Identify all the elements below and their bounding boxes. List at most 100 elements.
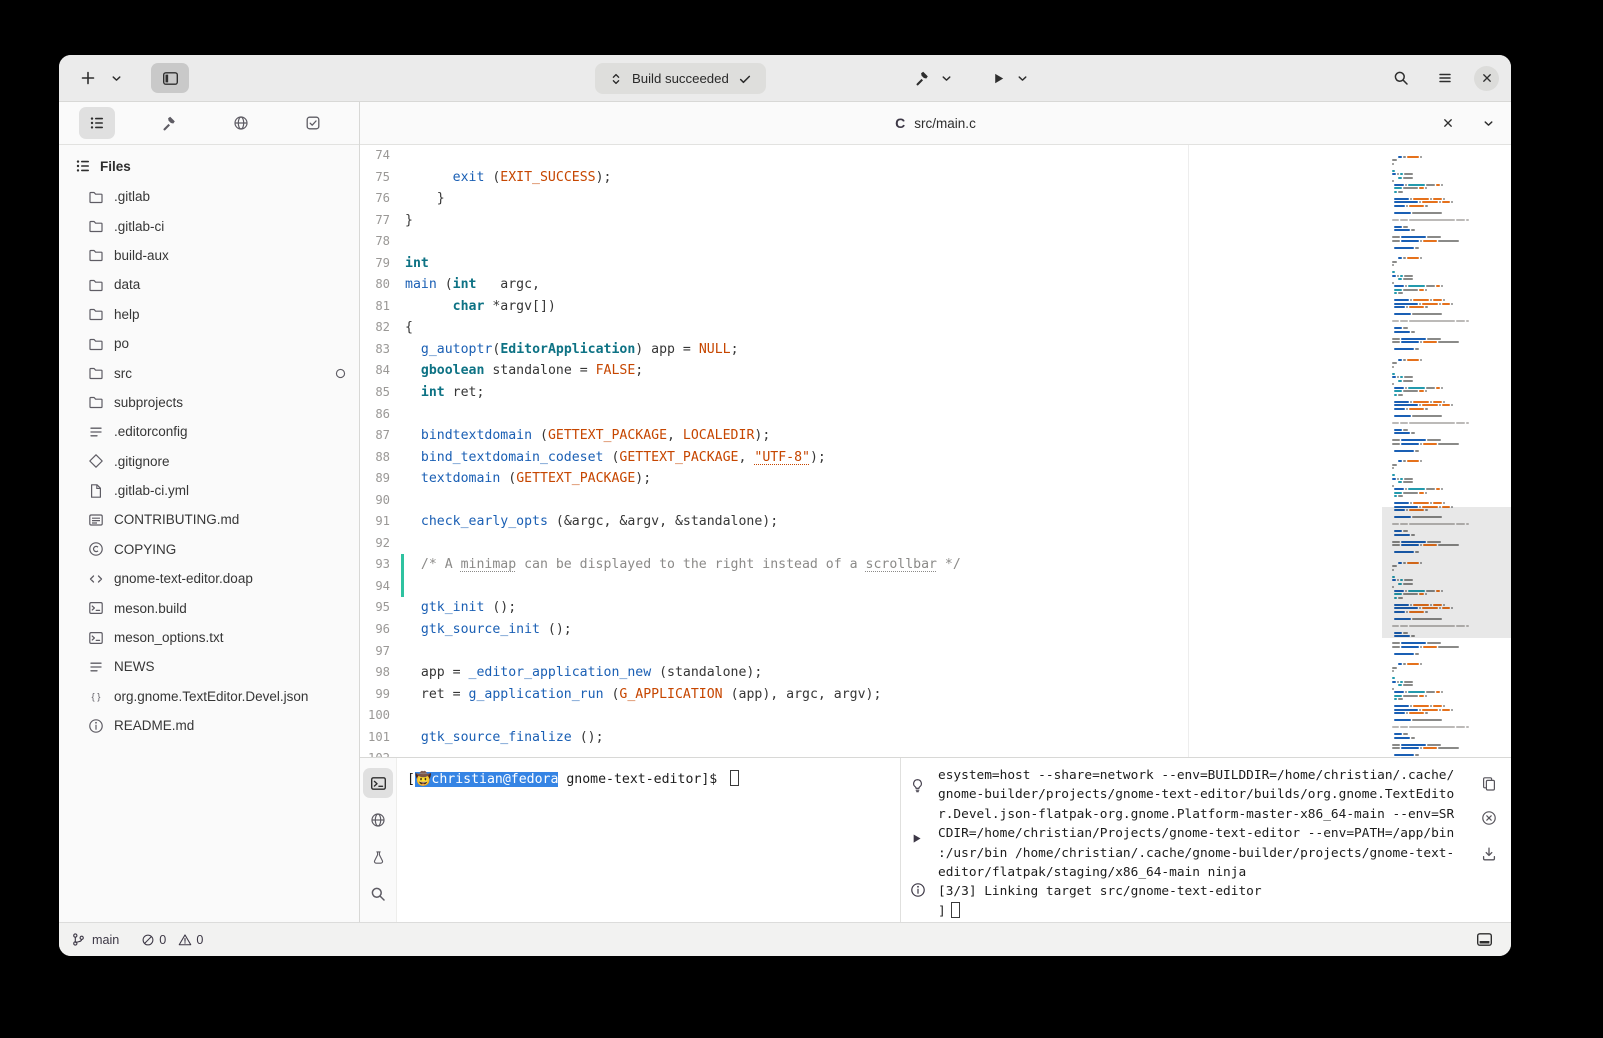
line-number[interactable]: 86: [360, 404, 400, 426]
code-line-80[interactable]: 80main (int argc,: [360, 274, 1382, 296]
line-number[interactable]: 92: [360, 533, 400, 555]
code-line-81[interactable]: 81 char *argv[]): [360, 296, 1382, 318]
sidebar-tab-build-pipeline[interactable]: [151, 107, 187, 139]
code-line-84[interactable]: 84 gboolean standalone = FALSE;: [360, 360, 1382, 382]
run-dropdown[interactable]: [1013, 63, 1031, 93]
code-line-97[interactable]: 97: [360, 641, 1382, 663]
line-number[interactable]: 93: [360, 554, 400, 576]
code-line-83[interactable]: 83 g_autoptr(EditorApplication) app = NU…: [360, 339, 1382, 361]
code-line-79[interactable]: 79int: [360, 253, 1382, 275]
line-number[interactable]: 89: [360, 468, 400, 490]
line-number[interactable]: 84: [360, 360, 400, 382]
line-number[interactable]: 77: [360, 210, 400, 232]
file-tree-item-NEWS[interactable]: NEWS: [59, 652, 359, 681]
build-log-pane[interactable]: esystem=host --share=network --env=BUILD…: [901, 758, 1469, 922]
terminal[interactable]: [🤠christian@fedora gnome-text-editor]$: [397, 758, 900, 922]
line-number[interactable]: 75: [360, 167, 400, 189]
sidebar-tab-todo[interactable]: [295, 107, 331, 139]
build-status-button[interactable]: Build succeeded: [595, 63, 766, 94]
line-number[interactable]: 91: [360, 511, 400, 533]
file-tree-item-gnome-text-editor.doap[interactable]: gnome-text-editor.doap: [59, 564, 359, 593]
line-number[interactable]: 81: [360, 296, 400, 318]
sidebar-tab-project-tree[interactable]: [79, 107, 115, 139]
copy-log-button[interactable]: [1474, 770, 1504, 798]
code-line-95[interactable]: 95 gtk_init ();: [360, 597, 1382, 619]
line-number[interactable]: 101: [360, 727, 400, 749]
file-tree-item-.gitlab-ci[interactable]: .gitlab-ci: [59, 211, 359, 240]
code-line-101[interactable]: 101 gtk_source_finalize ();: [360, 727, 1382, 749]
new-document-dropdown[interactable]: [107, 63, 125, 93]
code-line-77[interactable]: 77}: [360, 210, 1382, 232]
code-line-86[interactable]: 86: [360, 404, 1382, 426]
code-line-93[interactable]: 93 /* A minimap can be displayed to the …: [360, 554, 1382, 576]
code-line-91[interactable]: 91 check_early_opts (&argc, &argv, &stan…: [360, 511, 1382, 533]
panel-tab-web[interactable]: [363, 805, 393, 835]
new-document-button[interactable]: [73, 63, 103, 93]
file-tree-item-CONTRIBUTING.md[interactable]: CONTRIBUTING.md: [59, 505, 359, 534]
line-number[interactable]: 74: [360, 145, 400, 167]
diagnostics-indicator[interactable]: 0 0: [141, 933, 203, 947]
code-line-102[interactable]: 102: [360, 748, 1382, 757]
menu-button[interactable]: [1430, 63, 1460, 93]
code-editor[interactable]: 7475 exit (EXIT_SUCCESS);76 }77}7879int8…: [360, 145, 1382, 757]
search-button[interactable]: [1386, 63, 1416, 93]
line-number[interactable]: 99: [360, 684, 400, 706]
file-tree-item-src[interactable]: src: [59, 358, 359, 387]
code-line-74[interactable]: 74: [360, 145, 1382, 167]
document-title[interactable]: C src/main.c: [895, 115, 976, 131]
code-line-89[interactable]: 89 textdomain (GETTEXT_PACKAGE);: [360, 468, 1382, 490]
sidebar-tab-web[interactable]: [223, 107, 259, 139]
file-tree-item-COPYING[interactable]: COPYING: [59, 535, 359, 564]
close-window-button[interactable]: [1474, 66, 1499, 91]
file-tree-item-help[interactable]: help: [59, 300, 359, 329]
line-number[interactable]: 96: [360, 619, 400, 641]
toggle-bottom-panel-button[interactable]: [1469, 925, 1499, 955]
line-number[interactable]: 88: [360, 447, 400, 469]
minimap[interactable]: [1382, 145, 1511, 757]
download-log-button[interactable]: [1474, 840, 1504, 868]
file-tree-item-meson_options.txt[interactable]: meson_options.txt: [59, 623, 359, 652]
code-line-94[interactable]: 94: [360, 576, 1382, 598]
toggle-left-panel-button[interactable]: [151, 63, 189, 93]
code-line-90[interactable]: 90: [360, 490, 1382, 512]
code-line-88[interactable]: 88 bind_textdomain_codeset (GETTEXT_PACK…: [360, 447, 1382, 469]
line-number[interactable]: 94: [360, 576, 400, 598]
file-tree-item-build-aux[interactable]: build-aux: [59, 241, 359, 270]
file-tree-item-subprojects[interactable]: subprojects: [59, 388, 359, 417]
line-number[interactable]: 98: [360, 662, 400, 684]
run-button[interactable]: [983, 63, 1013, 93]
code-line-96[interactable]: 96 gtk_source_init ();: [360, 619, 1382, 641]
code-line-87[interactable]: 87 bindtextdomain (GETTEXT_PACKAGE, LOCA…: [360, 425, 1382, 447]
line-number[interactable]: 83: [360, 339, 400, 361]
file-tree-item-README.md[interactable]: README.md: [59, 711, 359, 740]
line-number[interactable]: 95: [360, 597, 400, 619]
file-tree-item-.gitignore[interactable]: .gitignore: [59, 447, 359, 476]
code-line-85[interactable]: 85 int ret;: [360, 382, 1382, 404]
code-line-100[interactable]: 100: [360, 705, 1382, 727]
clear-log-button[interactable]: [1474, 804, 1504, 832]
code-line-82[interactable]: 82{: [360, 317, 1382, 339]
panel-tab-terminal[interactable]: [363, 768, 393, 798]
branch-indicator[interactable]: main: [71, 932, 119, 947]
line-number[interactable]: 100: [360, 705, 400, 727]
document-dropdown[interactable]: [1479, 108, 1497, 138]
file-tree-item-meson.build[interactable]: meson.build: [59, 593, 359, 622]
line-number[interactable]: 80: [360, 274, 400, 296]
file-tree-item-org.gnome.TextEditor.Devel.json[interactable]: { }org.gnome.TextEditor.Devel.json: [59, 682, 359, 711]
code-line-76[interactable]: 76 }: [360, 188, 1382, 210]
file-tree-item-data[interactable]: data: [59, 270, 359, 299]
code-line-78[interactable]: 78: [360, 231, 1382, 253]
line-number[interactable]: 79: [360, 253, 400, 275]
file-tree-item-.gitlab[interactable]: .gitlab: [59, 182, 359, 211]
build-button[interactable]: [907, 63, 937, 93]
minimap-viewport[interactable]: [1382, 507, 1511, 638]
line-number[interactable]: 76: [360, 188, 400, 210]
panel-tab-container[interactable]: [363, 842, 393, 872]
line-number[interactable]: 82: [360, 317, 400, 339]
panel-tab-search[interactable]: [363, 879, 393, 909]
code-line-75[interactable]: 75 exit (EXIT_SUCCESS);: [360, 167, 1382, 189]
code-line-99[interactable]: 99 ret = g_application_run (G_APPLICATIO…: [360, 684, 1382, 706]
close-document-button[interactable]: [1433, 108, 1463, 138]
line-number[interactable]: 85: [360, 382, 400, 404]
code-line-98[interactable]: 98 app = _editor_application_new (standa…: [360, 662, 1382, 684]
